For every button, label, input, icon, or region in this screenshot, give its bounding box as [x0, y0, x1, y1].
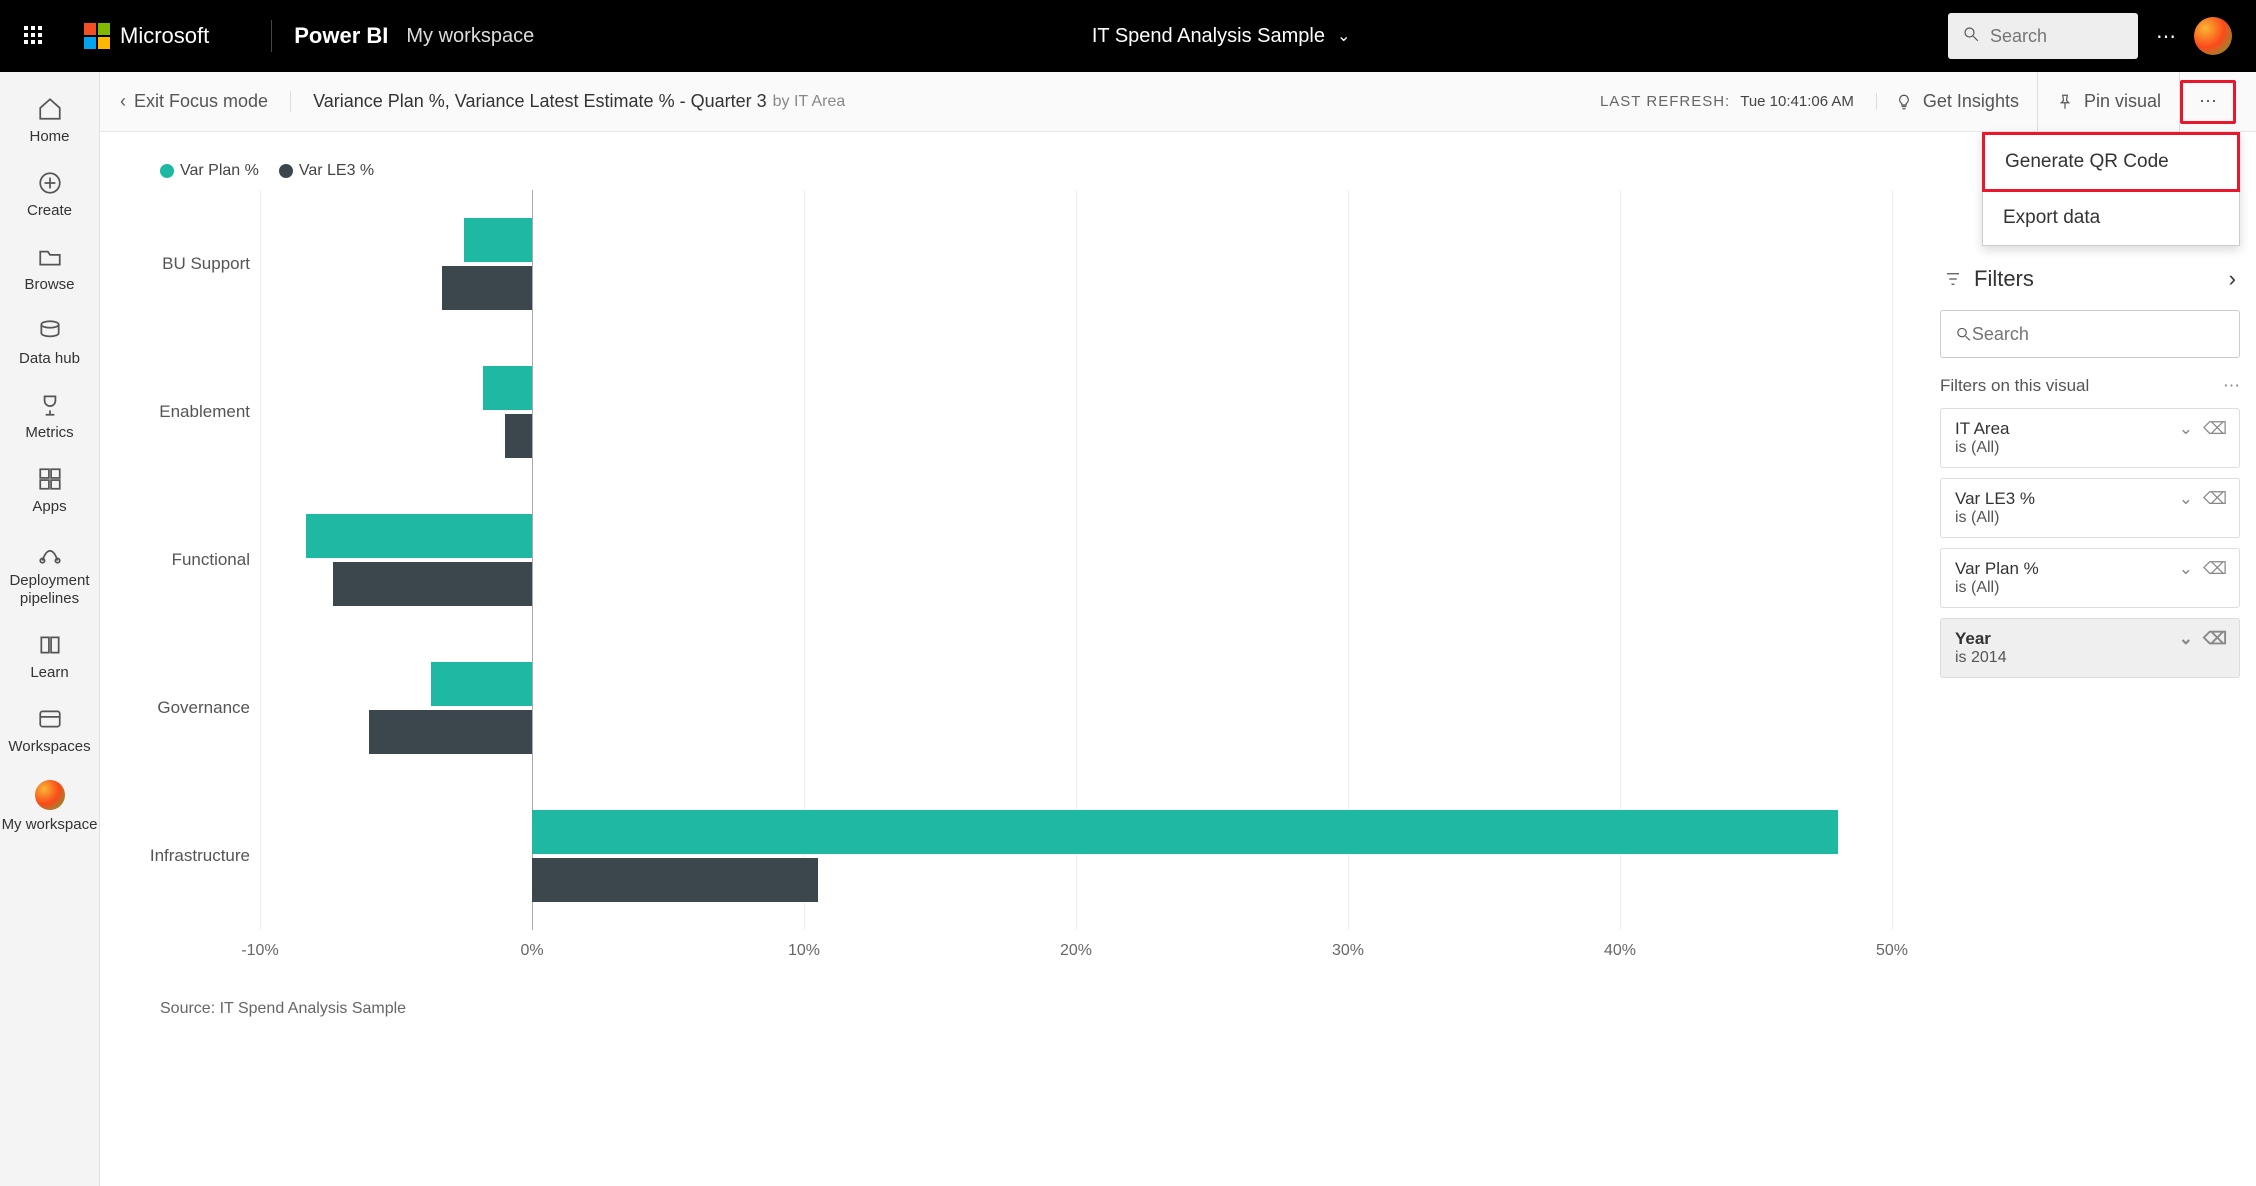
expand-filters-icon[interactable]: ›: [2229, 266, 2236, 292]
nav-create[interactable]: Create: [0, 156, 99, 230]
nav-workspaces[interactable]: Workspaces: [0, 692, 99, 766]
eraser-icon[interactable]: ⌫: [2203, 559, 2227, 579]
y-axis-label: Functional: [140, 550, 250, 570]
global-header: Microsoft Power BI My workspace IT Spend…: [0, 0, 2256, 72]
x-axis-tick: 20%: [1060, 942, 1092, 960]
menu-export-data[interactable]: Export data: [1983, 191, 2239, 245]
app-launcher-icon[interactable]: [24, 26, 44, 46]
last-refresh-label: LAST REFRESH:: [1600, 93, 1730, 110]
lightbulb-icon: [1895, 93, 1913, 111]
eraser-icon[interactable]: ⌫: [2203, 489, 2227, 509]
filters-search[interactable]: [1940, 310, 2240, 358]
x-axis-tick: 10%: [788, 942, 820, 960]
pin-icon: [2056, 93, 2074, 111]
more-options-menu: Generate QR Code Export data: [1982, 132, 2240, 246]
bar-segment[interactable]: [532, 858, 818, 902]
x-axis-tick: 40%: [1604, 942, 1636, 960]
chevron-down-icon: ⌄: [1337, 26, 1350, 46]
bar-segment[interactable]: [431, 662, 532, 706]
y-axis-label: Infrastructure: [140, 846, 250, 866]
filter-card-var-le3[interactable]: Var LE3 % is (All) ⌄⌫: [1940, 478, 2240, 538]
filters-subheading: Filters on this visual ⋯: [1940, 376, 2240, 396]
x-axis-tick: -10%: [241, 942, 278, 960]
microsoft-logo: Microsoft: [84, 23, 209, 49]
chevron-down-icon[interactable]: ⌄: [2179, 489, 2193, 509]
filters-search-input[interactable]: [1972, 324, 2225, 345]
eraser-icon[interactable]: ⌫: [2203, 629, 2227, 649]
bar-segment[interactable]: [532, 810, 1838, 854]
report-toolbar: ‹ Exit Focus mode Variance Plan %, Varia…: [100, 72, 2256, 132]
chevron-down-icon[interactable]: ⌄: [2179, 559, 2193, 579]
product-label: Power BI: [294, 23, 388, 49]
left-nav: Home Create Browse Data hub Metrics Apps…: [0, 72, 100, 1186]
filters-heading: Filters ›: [1940, 258, 2240, 310]
document-title: IT Spend Analysis Sample: [1092, 25, 1325, 48]
bar-chart[interactable]: -10%0%10%20%30%40%50%BU SupportEnablemen…: [260, 190, 1892, 970]
filter-card-year[interactable]: Year is 2014 ⌄⌫: [1940, 618, 2240, 678]
bar-segment[interactable]: [333, 562, 532, 606]
filters-more-icon[interactable]: ⋯: [2223, 376, 2240, 396]
y-axis-label: Enablement: [140, 402, 250, 422]
legend-var-plan: Var Plan %: [160, 162, 259, 180]
bar-segment[interactable]: [464, 218, 532, 262]
chevron-left-icon: ‹: [120, 91, 126, 112]
nav-browse[interactable]: Browse: [0, 230, 99, 304]
chevron-down-icon[interactable]: ⌄: [2179, 419, 2193, 439]
nav-learn[interactable]: Learn: [0, 618, 99, 692]
workspace-label[interactable]: My workspace: [406, 25, 534, 48]
nav-deployment-pipelines[interactable]: Deployment pipelines: [0, 526, 99, 618]
filter-icon: [1944, 270, 1962, 288]
header-divider: [271, 20, 272, 52]
legend-var-le3: Var LE3 %: [279, 162, 374, 180]
bar-segment[interactable]: [483, 366, 532, 410]
more-icon: ⋯: [2199, 91, 2217, 112]
filters-panel: Filters › Filters on this visual ⋯ IT Ar…: [1940, 258, 2240, 688]
header-more-icon[interactable]: ⋯: [2156, 24, 2176, 49]
search-icon: [1962, 25, 1980, 48]
eraser-icon[interactable]: ⌫: [2203, 419, 2227, 439]
bar-segment[interactable]: [442, 266, 532, 310]
search-input[interactable]: [1990, 26, 2110, 47]
exit-focus-button[interactable]: ‹ Exit Focus mode: [120, 91, 291, 112]
nav-home[interactable]: Home: [0, 82, 99, 156]
search-icon: [1955, 325, 1972, 343]
bar-segment[interactable]: [505, 414, 532, 458]
chart-area: Var Plan % Var LE3 % -10% 0% 10% 20% 30% 40% 5…: [100, 132, 1932, 1186]
nav-metrics[interactable]: Metrics: [0, 378, 99, 452]
user-avatar[interactable]: [2194, 17, 2232, 55]
chevron-down-icon[interactable]: ⌄: [2179, 629, 2193, 649]
pin-visual-button[interactable]: Pin visual: [2038, 72, 2180, 131]
y-axis-label: Governance: [140, 698, 250, 718]
x-axis-tick: 30%: [1332, 942, 1364, 960]
nav-apps[interactable]: Apps: [0, 452, 99, 526]
filter-card-var-plan[interactable]: Var Plan % is (All) ⌄⌫: [1940, 548, 2240, 608]
visual-title: Variance Plan %, Variance Latest Estimat…: [313, 91, 767, 112]
visual-subtitle: by IT Area: [773, 93, 846, 111]
bar-segment[interactable]: [306, 514, 532, 558]
global-search[interactable]: [1948, 13, 2138, 59]
brand-label: Microsoft: [120, 23, 209, 49]
x-axis-tick: 50%: [1876, 942, 1908, 960]
last-refresh-time: Tue 10:41:06 AM: [1740, 93, 1877, 110]
workspace-avatar-icon: [35, 780, 65, 810]
get-insights-button[interactable]: Get Insights: [1877, 72, 2038, 131]
nav-my-workspace[interactable]: My workspace: [0, 766, 99, 844]
menu-generate-qr[interactable]: Generate QR Code: [1982, 132, 2240, 192]
bar-segment[interactable]: [369, 710, 532, 754]
chart-source: Source: IT Spend Analysis Sample: [160, 1000, 1892, 1018]
filter-card-it-area[interactable]: IT Area is (All) ⌄⌫: [1940, 408, 2240, 468]
y-axis-label: BU Support: [140, 254, 250, 274]
chart-legend: Var Plan % Var LE3 %: [160, 162, 1892, 180]
document-title-dropdown[interactable]: IT Spend Analysis Sample ⌄: [1092, 25, 1351, 48]
nav-data-hub[interactable]: Data hub: [0, 304, 99, 378]
x-axis-tick: 0%: [520, 942, 543, 960]
toolbar-more-button[interactable]: ⋯: [2180, 80, 2236, 124]
